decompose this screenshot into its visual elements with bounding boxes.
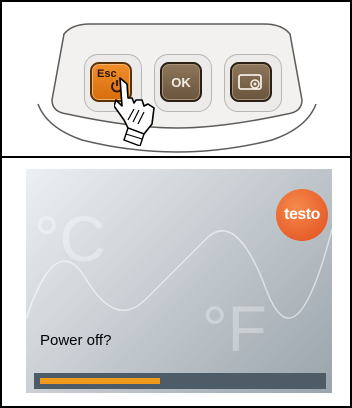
shutdown-progress-fill: [40, 378, 160, 384]
device-screen: °C °F testo Power off?: [26, 169, 332, 393]
ok-button[interactable]: OK: [160, 62, 202, 102]
keypad-panel: Esc OK: [2, 2, 350, 156]
camera-icon: [238, 74, 262, 90]
svg-text:°C: °C: [34, 203, 106, 275]
power-off-prompt: Power off?: [40, 332, 112, 349]
ok-label: OK: [171, 74, 191, 90]
testo-logo: testo: [276, 189, 328, 241]
pointer-hand-icon: [114, 77, 155, 146]
svg-text:°F: °F: [202, 293, 267, 365]
display-panel: °C °F testo Power off?: [2, 158, 350, 406]
shutdown-progress-bar: [34, 373, 326, 389]
logo-text: testo: [284, 206, 320, 223]
camera-button[interactable]: [230, 62, 272, 102]
